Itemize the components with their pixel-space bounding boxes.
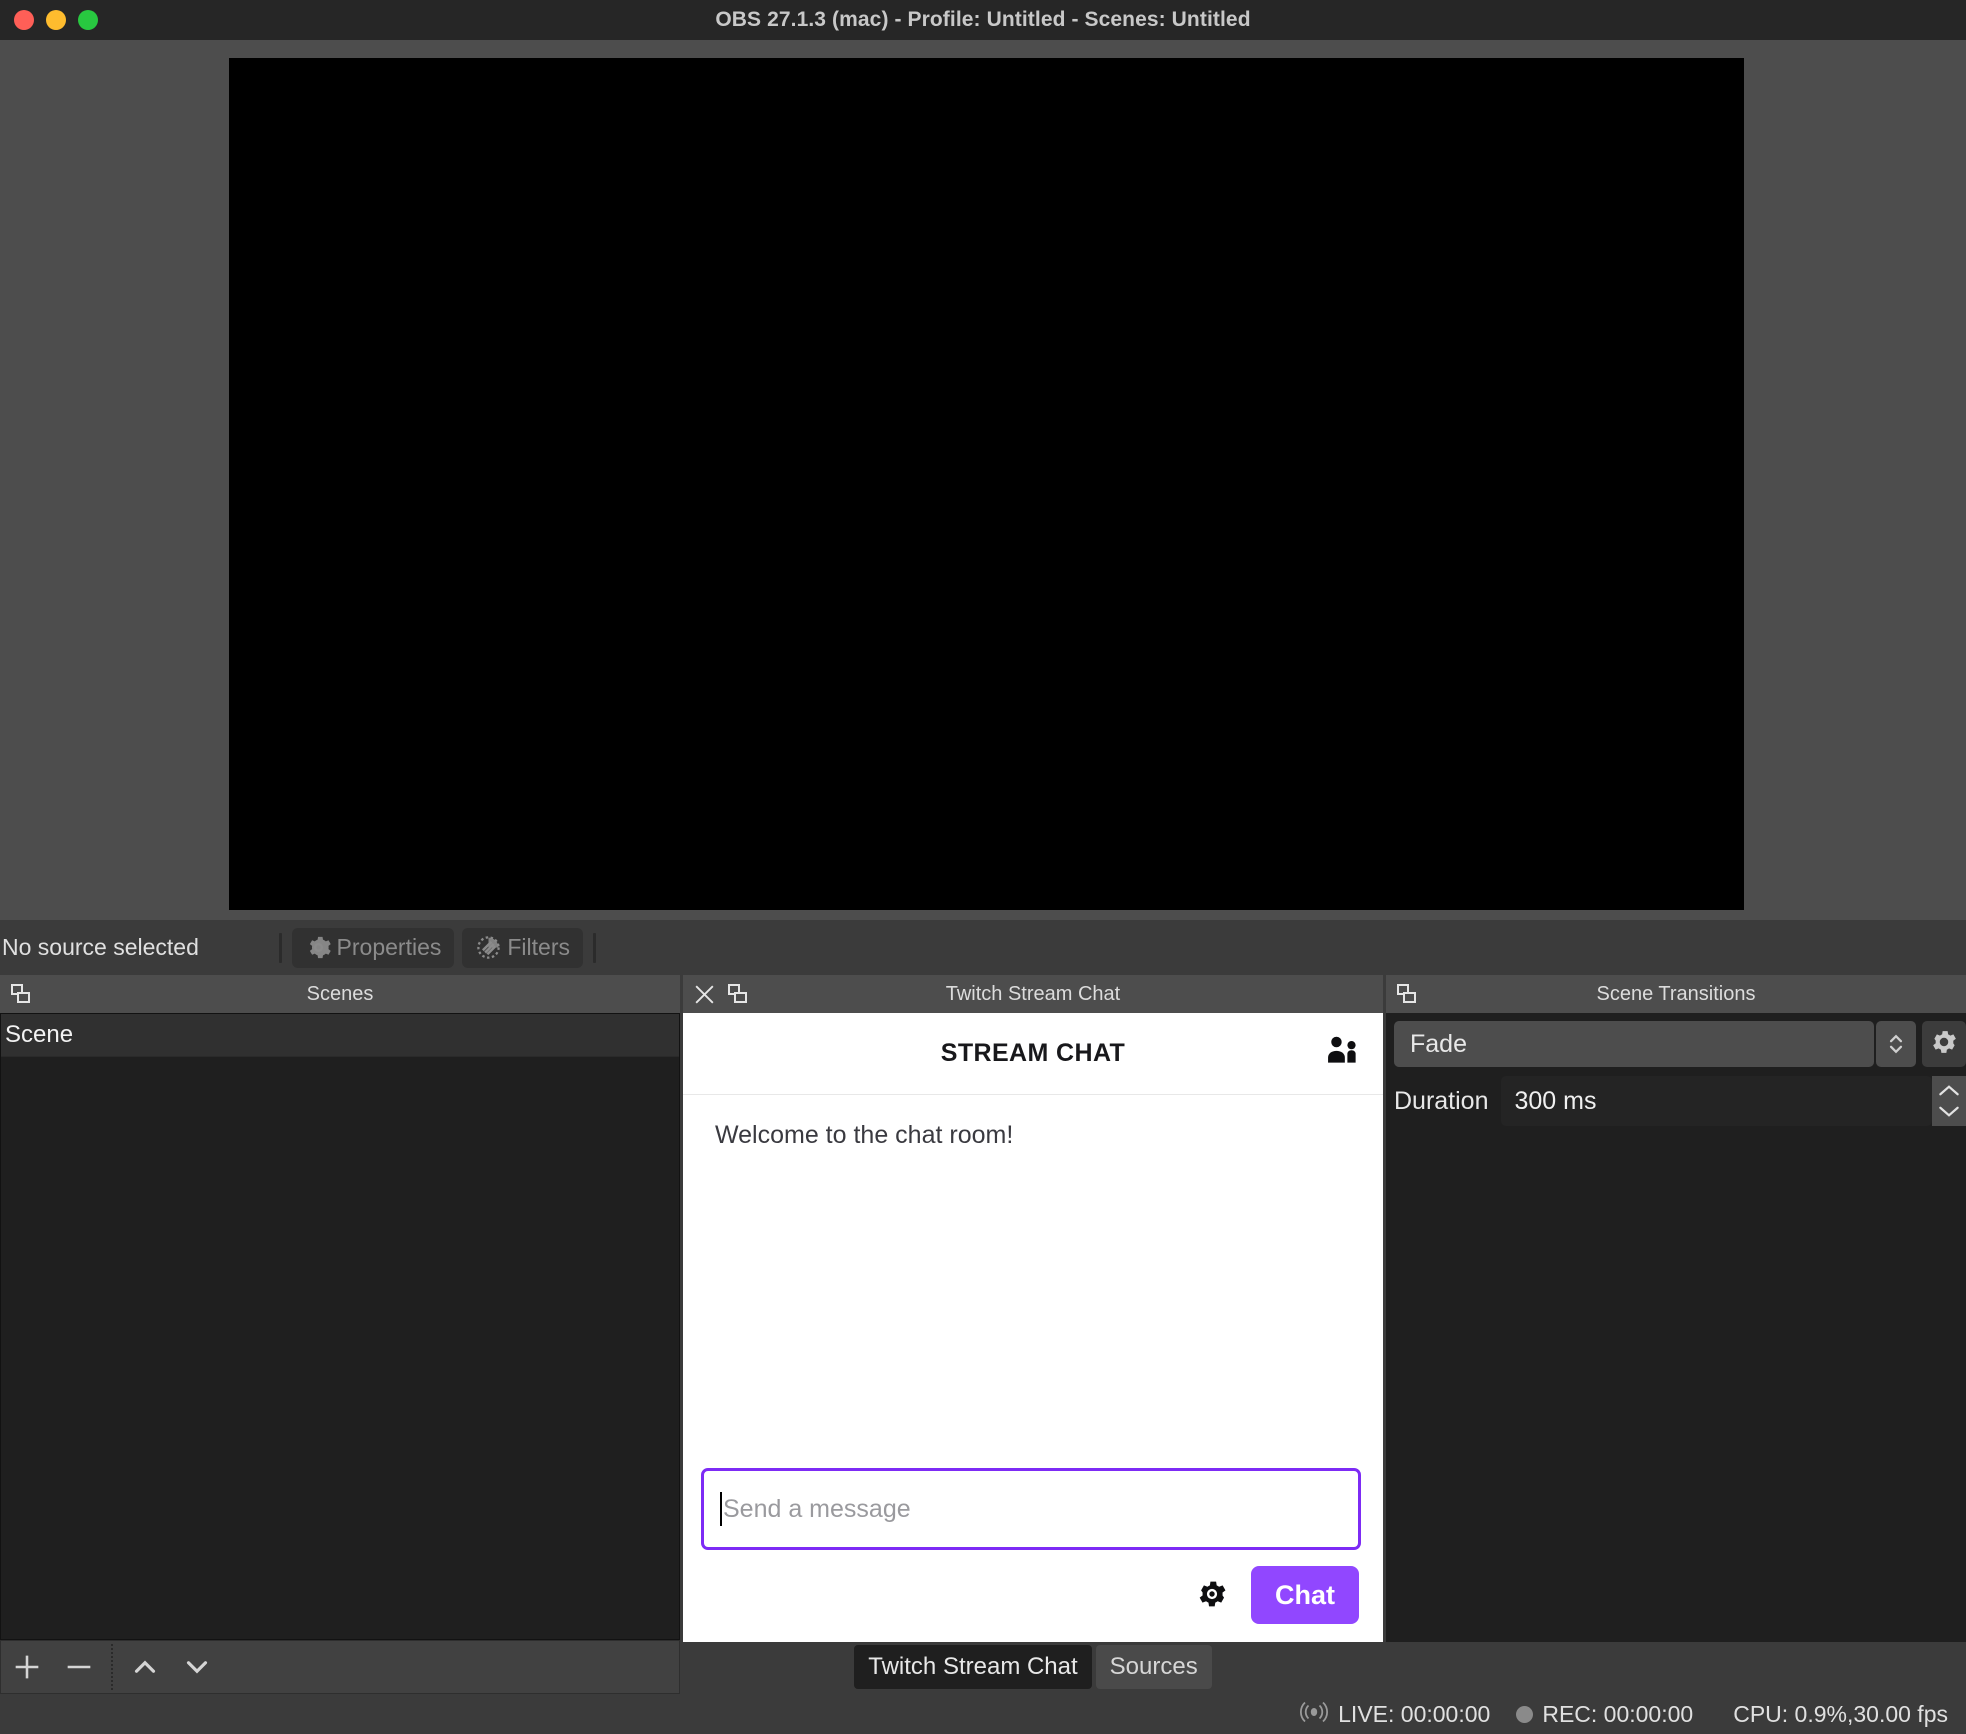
rec-status: REC: 00:00:00	[1516, 1701, 1693, 1728]
text-caret	[720, 1492, 722, 1526]
transition-select-stepper[interactable]	[1876, 1021, 1916, 1067]
preview-area[interactable]	[0, 40, 1966, 920]
transition-select-row: Fade	[1394, 1020, 1966, 1068]
preview-canvas[interactable]	[229, 58, 1744, 910]
chat-action-row: Chat	[701, 1566, 1361, 1624]
scenes-toolbar	[0, 1640, 680, 1694]
community-users-icon[interactable]	[1323, 1032, 1361, 1075]
twitch-chat-panel: STREAM CHAT Welcome to the chat room! Se…	[683, 1013, 1383, 1642]
filters-button-label: Filters	[507, 934, 570, 960]
transitions-dock-title: Scene Transitions	[1596, 982, 1756, 1005]
gear-icon	[1195, 1577, 1229, 1614]
undock-icon[interactable]	[1395, 982, 1419, 1006]
chat-message-input[interactable]: Send a message	[701, 1468, 1361, 1550]
undock-icon[interactable]	[726, 982, 750, 1006]
properties-button[interactable]: Properties	[291, 927, 455, 968]
dock-tab-bar: Twitch Stream Chat Sources	[683, 1642, 1383, 1692]
chat-message: Welcome to the chat room!	[715, 1121, 1014, 1149]
scenes-dock-title: Scenes	[306, 982, 374, 1005]
source-status-label: No source selected	[2, 934, 199, 960]
duration-label: Duration	[1394, 1086, 1489, 1115]
undock-icon[interactable]	[9, 982, 33, 1006]
scene-transitions-panel: Fade Duration 300 ms	[1386, 1013, 1966, 1642]
duration-stepper[interactable]	[1932, 1076, 1966, 1126]
toolbar-separator-right	[593, 932, 596, 963]
obs-main-window: OBS 27.1.3 (mac) - Profile: Untitled - S…	[0, 0, 1966, 1734]
scene-list-item[interactable]: Scene	[1, 1014, 679, 1057]
scenes-toolbar-separator	[111, 1644, 113, 1690]
cpu-usage: CPU: 0.9%,30.00 fps	[1733, 1700, 1948, 1727]
move-scene-down-button[interactable]	[171, 1641, 223, 1693]
transitions-dock-header: Scene Transitions	[1386, 975, 1966, 1013]
chat-settings-button[interactable]	[1195, 1577, 1229, 1614]
add-scene-button[interactable]	[1, 1641, 53, 1693]
live-status: LIVE: 00:00:00	[1299, 1699, 1490, 1730]
duration-value: 300 ms	[1514, 1086, 1597, 1115]
live-timer: LIVE: 00:00:00	[1338, 1700, 1491, 1727]
chat-send-button[interactable]: Chat	[1251, 1566, 1359, 1624]
transition-duration-row: Duration 300 ms	[1386, 1076, 1966, 1126]
chat-panel-header: STREAM CHAT	[683, 1013, 1383, 1095]
gear-icon	[1929, 1027, 1959, 1062]
chat-compose-area: Send a message Chat	[683, 1468, 1383, 1642]
move-scene-up-button[interactable]	[119, 1641, 171, 1693]
remove-scene-button[interactable]	[53, 1641, 105, 1693]
scenes-dock-header: Scenes	[0, 975, 680, 1013]
tab-sources[interactable]: Sources	[1095, 1645, 1212, 1689]
chat-message-input-placeholder: Send a message	[723, 1494, 911, 1523]
filters-icon	[475, 934, 502, 961]
close-icon[interactable]	[692, 982, 717, 1007]
transition-properties-button[interactable]	[1922, 1021, 1966, 1067]
properties-button-label: Properties	[336, 934, 442, 960]
transition-select-value: Fade	[1410, 1029, 1467, 1058]
duration-input[interactable]: 300 ms	[1500, 1076, 1932, 1126]
broadcast-icon	[1299, 1699, 1329, 1730]
gear-icon	[305, 934, 332, 961]
scene-list-item-label: Scene	[5, 1021, 74, 1048]
scenes-list[interactable]: Scene	[0, 1013, 680, 1640]
tab-twitch-stream-chat[interactable]: Twitch Stream Chat	[854, 1645, 1092, 1689]
source-toolbar: No source selected Properties Filters	[0, 920, 1966, 975]
chat-dock-title: Twitch Stream Chat	[945, 982, 1121, 1005]
window-title: OBS 27.1.3 (mac) - Profile: Untitled - S…	[715, 8, 1251, 31]
transition-select[interactable]: Fade	[1394, 1021, 1874, 1067]
window-titlebar: OBS 27.1.3 (mac) - Profile: Untitled - S…	[0, 0, 1966, 40]
record-dot-icon	[1516, 1705, 1534, 1723]
toolbar-separator-left	[278, 932, 282, 963]
filters-button[interactable]: Filters	[462, 927, 583, 968]
rec-timer: REC: 00:00:00	[1542, 1700, 1694, 1727]
chat-panel-title: STREAM CHAT	[940, 1039, 1126, 1067]
chat-message-list[interactable]: Welcome to the chat room!	[683, 1095, 1383, 1468]
chat-dock-header: Twitch Stream Chat	[683, 975, 1383, 1013]
status-bar: LIVE: 00:00:00 REC: 00:00:00 CPU: 0.9%,3…	[0, 1694, 1966, 1734]
